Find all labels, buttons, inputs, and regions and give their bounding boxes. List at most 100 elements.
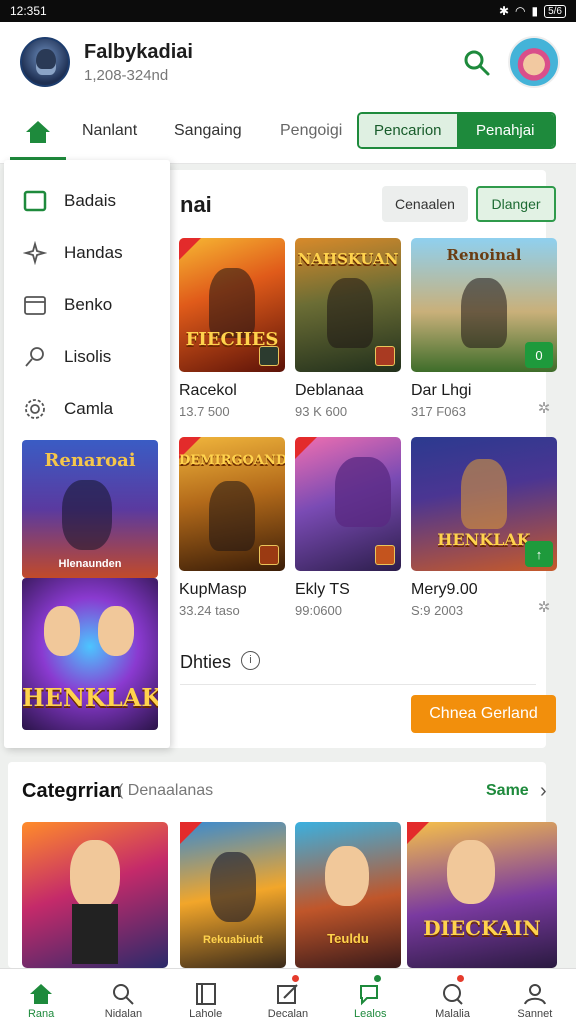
divider bbox=[180, 684, 536, 685]
drawer-item-camla[interactable]: Camla bbox=[22, 396, 113, 422]
tab-home[interactable] bbox=[10, 106, 66, 160]
drawer-item-lisolis[interactable]: Lisolis bbox=[22, 344, 111, 370]
new-ribbon bbox=[179, 238, 201, 260]
calendar-icon bbox=[22, 292, 48, 318]
section-title: nai bbox=[180, 192, 212, 217]
search-icon bbox=[113, 984, 135, 1005]
drawer-item-benko[interactable]: Benko bbox=[22, 292, 112, 318]
app-avatar[interactable] bbox=[20, 37, 70, 87]
profile-avatar[interactable] bbox=[508, 36, 560, 88]
badge-icon bbox=[259, 346, 279, 366]
game-name: Deblanaa bbox=[295, 382, 364, 399]
game-meta: 99:0600 bbox=[295, 603, 342, 618]
signal-icon: ▮ bbox=[531, 4, 539, 18]
badge-icon bbox=[259, 545, 279, 565]
category-thumbnail[interactable]: DIECKAIN bbox=[407, 822, 557, 968]
badge-icon bbox=[375, 545, 395, 565]
chat-icon bbox=[360, 985, 379, 1006]
game-card[interactable]: NAHSKUAN Deblanaa 93 K 600 bbox=[295, 238, 401, 419]
category-thumbnail[interactable] bbox=[22, 822, 168, 968]
bottom-tab-malalia[interactable]: Malalia bbox=[411, 969, 493, 1024]
user-icon bbox=[523, 984, 546, 1005]
game-card[interactable]: Ekly TS 99:0600 bbox=[295, 437, 401, 618]
game-thumbnail: HENKLAK ↑ bbox=[411, 437, 557, 571]
game-name: Dar Lhgi bbox=[411, 382, 472, 399]
section-subheading: Dhties bbox=[180, 652, 232, 672]
gear-icon bbox=[22, 396, 48, 422]
game-art-label: DEMIRGOAND bbox=[179, 453, 285, 468]
new-ribbon bbox=[295, 437, 317, 459]
bottom-tab-sannet[interactable]: Sannet bbox=[494, 969, 576, 1024]
edit-icon bbox=[276, 984, 298, 1004]
search-icon[interactable] bbox=[462, 48, 492, 78]
bottom-tab-lahole[interactable]: Lahole bbox=[165, 969, 247, 1024]
see-all-link[interactable]: Same bbox=[486, 782, 529, 800]
battery-indicator: 5/6 bbox=[544, 4, 566, 18]
drawer-item-handas[interactable]: Handas bbox=[22, 240, 123, 266]
app-header: Falbykadiai 1,208-324nd bbox=[0, 22, 576, 106]
game-meta: 33.24 taso bbox=[179, 603, 240, 618]
game-thumbnail bbox=[295, 437, 401, 571]
game-meta: 93 K 600 bbox=[295, 404, 348, 419]
promo-banner[interactable]: HENKLAK bbox=[22, 578, 158, 730]
game-art-label: NAHSKUAN bbox=[297, 250, 399, 268]
game-name: Mery9.00 bbox=[411, 581, 478, 598]
book-icon bbox=[195, 983, 216, 1005]
game-card[interactable]: DEMIRGOAND KupMasp 33.24 taso bbox=[179, 437, 285, 618]
tab-nanlant[interactable]: Nanlant bbox=[82, 122, 137, 140]
category-thumbnail[interactable]: Teuldu bbox=[295, 822, 401, 968]
segment-penahjai[interactable]: Penahjai bbox=[456, 114, 554, 147]
app-subtitle: 1,208-324nd bbox=[84, 67, 169, 84]
game-name: Ekly TS bbox=[295, 581, 350, 598]
bottom-tab-rana[interactable]: Rana bbox=[0, 969, 82, 1024]
game-thumbnail: NAHSKUAN bbox=[295, 238, 401, 372]
home-icon bbox=[26, 120, 50, 143]
star-outline-icon bbox=[22, 240, 48, 266]
game-card[interactable]: FIECIIES Racekol 13.7 500 bbox=[179, 238, 285, 419]
search-icon bbox=[22, 344, 48, 370]
bubble-icon bbox=[442, 984, 463, 1005]
cenaalen-button[interactable]: Cenaalen bbox=[382, 186, 468, 222]
drawer-item-badais[interactable]: Badais bbox=[22, 188, 116, 214]
bottom-tab-lealos[interactable]: Lealos bbox=[329, 969, 411, 1024]
game-art-label: Renoinal bbox=[446, 246, 522, 264]
play-icon[interactable]: 0 bbox=[525, 342, 553, 368]
star-icon[interactable]: ✲ bbox=[535, 400, 553, 418]
segment-pencarion[interactable]: Pencarion bbox=[359, 114, 457, 147]
star-icon[interactable]: ✲ bbox=[535, 599, 553, 617]
tab-pengoigi[interactable]: Pengoigi bbox=[280, 122, 342, 140]
game-thumbnail: DEMIRGOAND bbox=[179, 437, 285, 571]
square-icon bbox=[22, 188, 48, 214]
play-icon[interactable]: ↑ bbox=[525, 541, 553, 567]
game-card[interactable]: Renoinal 0 Dar Lhgi 317 F063 ✲ bbox=[411, 238, 557, 419]
tab-sangaing[interactable]: Sangaing bbox=[174, 122, 242, 140]
game-card[interactable]: HENKLAK ↑ Mery9.00 S:9 2003 ✲ bbox=[411, 437, 557, 618]
bottom-tab-nidalan[interactable]: Nidalan bbox=[82, 969, 164, 1024]
bottom-tab-decalan[interactable]: Decalan bbox=[247, 969, 329, 1024]
category-subtitle: ( Denaalanas bbox=[118, 782, 214, 799]
chnea-gerland-button[interactable]: Chnea Gerland bbox=[411, 695, 556, 733]
notification-dot bbox=[292, 975, 300, 982]
game-thumbnail: FIECIIES bbox=[179, 238, 285, 372]
segmented-control: Pencarion Penahjai bbox=[357, 112, 556, 149]
notification-dot bbox=[456, 975, 464, 982]
badge-icon bbox=[375, 346, 395, 366]
game-name: KupMasp bbox=[179, 581, 247, 598]
bluetooth-icon: ✱ bbox=[498, 4, 509, 18]
bottom-navigation: Rana Nidalan Lahole Decalan Lealos Malal… bbox=[0, 968, 576, 1024]
category-thumbnail[interactable]: Rekuabiudt bbox=[180, 822, 286, 968]
app-title: Falbykadiai bbox=[84, 41, 193, 63]
chevron-right-icon[interactable]: › bbox=[540, 780, 547, 803]
wifi-icon: ◠ bbox=[515, 4, 526, 18]
top-navigation: Nanlant Sangaing Pengoigi Pencarion Pena… bbox=[0, 106, 576, 164]
notification-dot bbox=[374, 975, 382, 982]
dlanger-button[interactable]: Dlanger bbox=[476, 186, 556, 222]
side-drawer: Badais Handas Benko Lisolis Camla Renaro… bbox=[4, 160, 170, 748]
home-icon bbox=[30, 984, 53, 1004]
status-bar: 12:351 ✱ ◠ ▮ 5/6 bbox=[0, 0, 576, 22]
game-meta: 13.7 500 bbox=[179, 404, 230, 419]
clock: 12:351 bbox=[10, 4, 47, 18]
game-name: Racekol bbox=[179, 382, 237, 399]
promo-banner[interactable]: Renaroai Hlenaunden bbox=[22, 440, 158, 578]
info-icon[interactable]: i bbox=[241, 651, 260, 670]
